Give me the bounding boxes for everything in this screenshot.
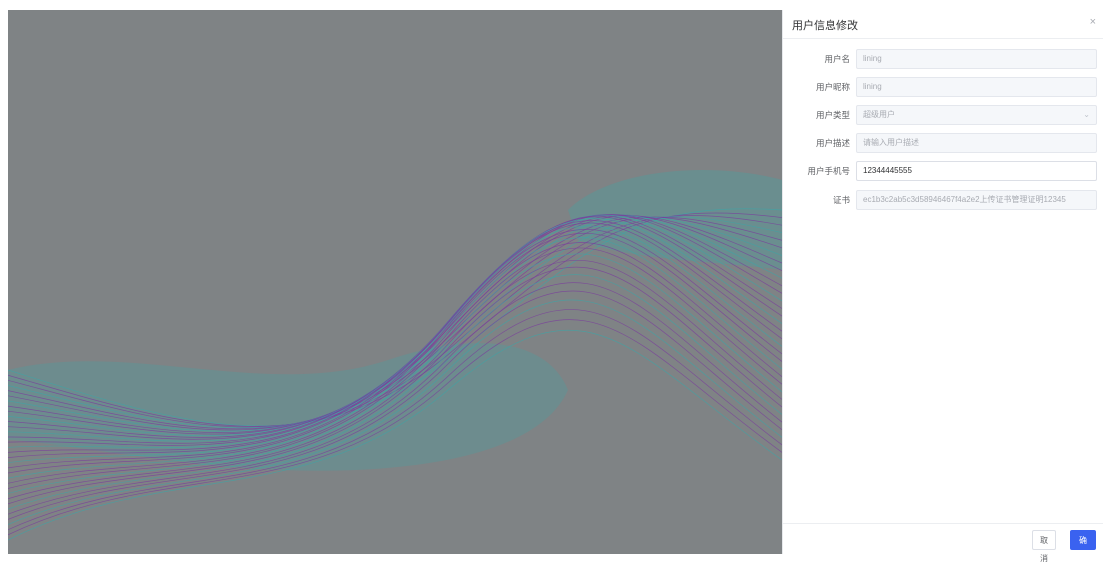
drawer-footer: 取消 确认 xyxy=(783,523,1103,563)
certificate-value: ec1b3c2ab5c3d58946467f4a2e2上传证书管理证明12345 xyxy=(863,195,1066,204)
form-label-description: 用户描述 xyxy=(815,138,850,148)
form-row-phone: 用户手机号 12344445555 xyxy=(783,161,1103,181)
nickname-field: lining xyxy=(856,77,1097,97)
user-type-select: 超级用户 ⌄ xyxy=(856,105,1097,125)
certificate-field: ec1b3c2ab5c3d58946467f4a2e2上传证书管理证明12345 xyxy=(856,190,1097,210)
cancel-button[interactable]: 取消 xyxy=(1032,530,1056,563)
username-value: lining xyxy=(863,54,882,63)
drawer-title: 用户信息修改 xyxy=(792,20,858,32)
description-field: 请输入用户描述 xyxy=(856,133,1097,153)
form-row-username: 用户名 lining xyxy=(783,49,1103,69)
form-row-certificate: 证书 ec1b3c2ab5c3d58946467f4a2e2上传证书管理证明12… xyxy=(783,190,1103,210)
form-label-nickname: 用户昵称 xyxy=(815,82,850,92)
phone-field[interactable]: 12344445555 xyxy=(856,161,1097,181)
form-row-user-type: 用户类型 超级用户 ⌄ xyxy=(783,105,1103,125)
phone-value: 12344445555 xyxy=(863,166,912,175)
username-field: lining xyxy=(856,49,1097,69)
background-overlay xyxy=(8,10,782,554)
user-type-value: 超级用户 xyxy=(863,110,895,119)
drawer-header: 用户信息修改 × xyxy=(783,10,1103,39)
form-label-certificate: 证书 xyxy=(832,195,850,205)
form-row-description: 用户描述 请输入用户描述 xyxy=(783,133,1103,153)
description-placeholder: 请输入用户描述 xyxy=(863,138,919,147)
close-icon[interactable]: × xyxy=(1090,16,1096,28)
form-label-username: 用户名 xyxy=(824,54,850,64)
confirm-button[interactable]: 确认 xyxy=(1070,530,1096,563)
form-label-user-type: 用户类型 xyxy=(815,110,850,120)
edit-user-drawer: 用户信息修改 × 用户名 lining 用户昵称 lining 用户类型 超级用… xyxy=(782,10,1103,563)
form-label-phone: 用户手机号 xyxy=(807,166,850,176)
form-row-nickname: 用户昵称 lining xyxy=(783,77,1103,97)
chevron-down-icon: ⌄ xyxy=(1083,110,1090,119)
wave-background-art xyxy=(8,170,782,541)
nickname-value: lining xyxy=(863,82,882,91)
